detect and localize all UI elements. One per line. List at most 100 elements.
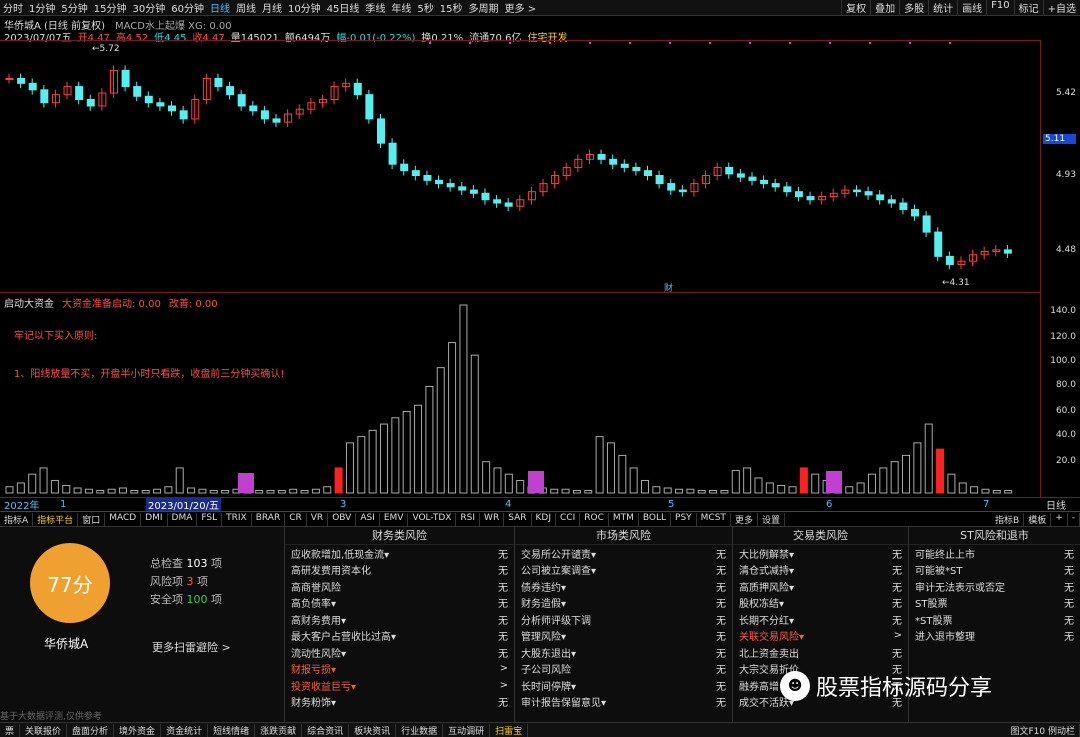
indicator-tab-right[interactable]: -: [1068, 513, 1080, 526]
period-tab[interactable]: 多周期: [466, 0, 502, 15]
price-panel[interactable]: ←5.72 ←4.31 财: [0, 40, 1040, 294]
risk-item[interactable]: 高研发费用资本化 无: [285, 562, 514, 579]
risk-item[interactable]: 清仓式减持▾ 无: [733, 562, 908, 579]
risk-item[interactable]: 分析师评级下调 无: [515, 611, 732, 628]
axis-period[interactable]: 日线: [1046, 497, 1066, 512]
risk-item[interactable]: 高财务费用▾ 无: [285, 611, 514, 628]
risk-item[interactable]: 长期不分红▾ 无: [733, 611, 908, 628]
indicator-tab[interactable]: EMV: [380, 513, 409, 526]
risk-item[interactable]: 可能被*ST 无: [909, 562, 1080, 579]
indicator-tab[interactable]: FSL: [197, 513, 223, 526]
period-tab[interactable]: 5秒: [414, 0, 436, 15]
candlestick-chart[interactable]: ←5.72←4.31财: [0, 41, 1040, 294]
bottom-tab[interactable]: 境外资金: [114, 723, 162, 737]
risk-item[interactable]: 北上资金卖出 无: [733, 644, 908, 661]
indicator-tab[interactable]: VOL-TDX: [408, 513, 457, 526]
toolbar-button[interactable]: 叠加: [870, 0, 899, 15]
indicator-tab[interactable]: SAR: [504, 513, 532, 526]
risk-item[interactable]: 关联交易风险▾ >: [733, 628, 908, 645]
bottom-tab[interactable]: 板块资讯: [349, 723, 397, 737]
risk-item[interactable]: 财务造假▾ 无: [515, 595, 732, 612]
bottom-tab[interactable]: 互动调研: [443, 723, 491, 737]
indicator-tab[interactable]: BOLL: [639, 513, 672, 526]
bottom-tab[interactable]: 关联报价: [20, 723, 68, 737]
bottom-tab[interactable]: 行业数据: [396, 723, 444, 737]
bottom-tab[interactable]: 盘面分析: [67, 723, 115, 737]
risk-item[interactable]: 应收款增加,低现金流▾ 无: [285, 545, 514, 562]
toolbar-button[interactable]: 标记: [1013, 0, 1043, 15]
toolbar-button[interactable]: F10: [986, 0, 1013, 15]
indicator-tab[interactable]: ROC: [580, 513, 609, 526]
toolbar-button[interactable]: 复权: [841, 0, 870, 15]
indicator-tab[interactable]: DMI: [141, 513, 168, 526]
indicator-tab[interactable]: VR: [307, 513, 329, 526]
indicator-tab-right[interactable]: +: [1051, 513, 1068, 526]
risk-item[interactable]: 进入退市整理 无: [909, 628, 1080, 645]
risk-item[interactable]: 高负债率▾ 无: [285, 595, 514, 612]
risk-item[interactable]: 股权冻结▾ 无: [733, 595, 908, 612]
period-tab[interactable]: 60分钟: [168, 0, 207, 15]
indicator-tab[interactable]: TRIX: [222, 513, 252, 526]
risk-item[interactable]: 最大客户占营收比过高▾ 无: [285, 628, 514, 645]
indicator-tab[interactable]: PSY: [671, 513, 697, 526]
toolbar-button[interactable]: +自选: [1042, 0, 1080, 15]
risk-item[interactable]: 审计报告保留意见▾ 无: [515, 694, 732, 711]
period-tab[interactable]: 周线: [233, 0, 259, 15]
bottom-tab[interactable]: 资金统计: [161, 723, 209, 737]
period-tab[interactable]: 年线: [388, 0, 414, 15]
indicator-tab[interactable]: 更多: [731, 513, 758, 526]
period-tab[interactable]: 季线: [362, 0, 388, 15]
bottom-tab[interactable]: 票: [0, 723, 21, 737]
risk-item[interactable]: 审计无法表示或否定 无: [909, 578, 1080, 595]
indicator-panel[interactable]: 启动大资金 大资金准备启动: 0.00 改善: 0.00 牢记以下买入原则: 1…: [0, 292, 1040, 497]
risk-item[interactable]: 高商誉风险 无: [285, 578, 514, 595]
indicator-tab[interactable]: BRAR: [252, 513, 286, 526]
period-tab[interactable]: 月线: [259, 0, 285, 15]
indicator-tab[interactable]: 指标平台: [33, 513, 79, 526]
period-tab[interactable]: 5分钟: [58, 0, 90, 15]
indicator-tab[interactable]: WR: [480, 513, 505, 526]
toolbar-button[interactable]: 统计: [928, 0, 957, 15]
indicator-tab-right[interactable]: 指标B: [991, 513, 1025, 526]
risk-item[interactable]: 债券违约▾ 无: [515, 578, 732, 595]
indicator-tab[interactable]: CCI: [556, 513, 581, 526]
more-scan-link[interactable]: 更多扫雷避险 >: [152, 639, 231, 655]
indicator-tab[interactable]: RSI: [456, 513, 481, 526]
period-tab[interactable]: 10分钟: [285, 0, 324, 15]
bottom-tab[interactable]: 短线情绪: [208, 723, 256, 737]
period-tab[interactable]: 45日线: [324, 0, 363, 15]
period-tab[interactable]: 更多 >: [502, 0, 540, 15]
risk-item[interactable]: 可能终止上市 无: [909, 545, 1080, 562]
indicator-tab[interactable]: ASI: [356, 513, 380, 526]
indicator-tab-right[interactable]: 模板: [1024, 513, 1052, 526]
indicator-tab[interactable]: MCST: [697, 513, 731, 526]
indicator-tab[interactable]: DMA: [168, 513, 198, 526]
indicator-tab[interactable]: 设置: [758, 513, 785, 526]
period-tab[interactable]: 15分钟: [91, 0, 130, 15]
risk-item[interactable]: 公司被立案调查▾ 无: [515, 562, 732, 579]
indicator-tab[interactable]: 窗口: [78, 513, 106, 526]
indicator-tab[interactable]: 指标A: [0, 513, 34, 526]
indicator-tab[interactable]: CR: [285, 513, 307, 526]
toolbar-button[interactable]: 多股: [899, 0, 928, 15]
period-tab[interactable]: 30分钟: [129, 0, 168, 15]
period-tab[interactable]: 15秒: [437, 0, 466, 15]
bottom-right[interactable]: 图文F10 例动栏: [1006, 723, 1080, 737]
indicator-tab[interactable]: MACD: [105, 513, 142, 526]
risk-item[interactable]: 长时间停牌▾ 无: [515, 677, 732, 694]
period-tab[interactable]: 分时: [0, 0, 26, 15]
risk-item[interactable]: ST股票 无: [909, 595, 1080, 612]
period-tab[interactable]: 日线: [207, 0, 233, 15]
volume-chart[interactable]: [0, 293, 1040, 498]
risk-item[interactable]: 高质押风险▾ 无: [733, 578, 908, 595]
risk-item[interactable]: 财务粉饰▾ 无: [285, 694, 514, 711]
period-tab[interactable]: 1分钟: [26, 0, 58, 15]
bottom-tab[interactable]: 涨跌贡献: [255, 723, 303, 737]
bottom-tab[interactable]: 综合资讯: [302, 723, 350, 737]
indicator-tab[interactable]: OBV: [328, 513, 357, 526]
risk-item[interactable]: 子公司风险 无: [515, 661, 732, 678]
risk-item[interactable]: 大股东退出▾ 无: [515, 644, 732, 661]
toolbar-button[interactable]: 画线: [957, 0, 986, 15]
risk-item[interactable]: 大比例解禁▾ 无: [733, 545, 908, 562]
risk-item[interactable]: 交易所公开谴责▾ 无: [515, 545, 732, 562]
